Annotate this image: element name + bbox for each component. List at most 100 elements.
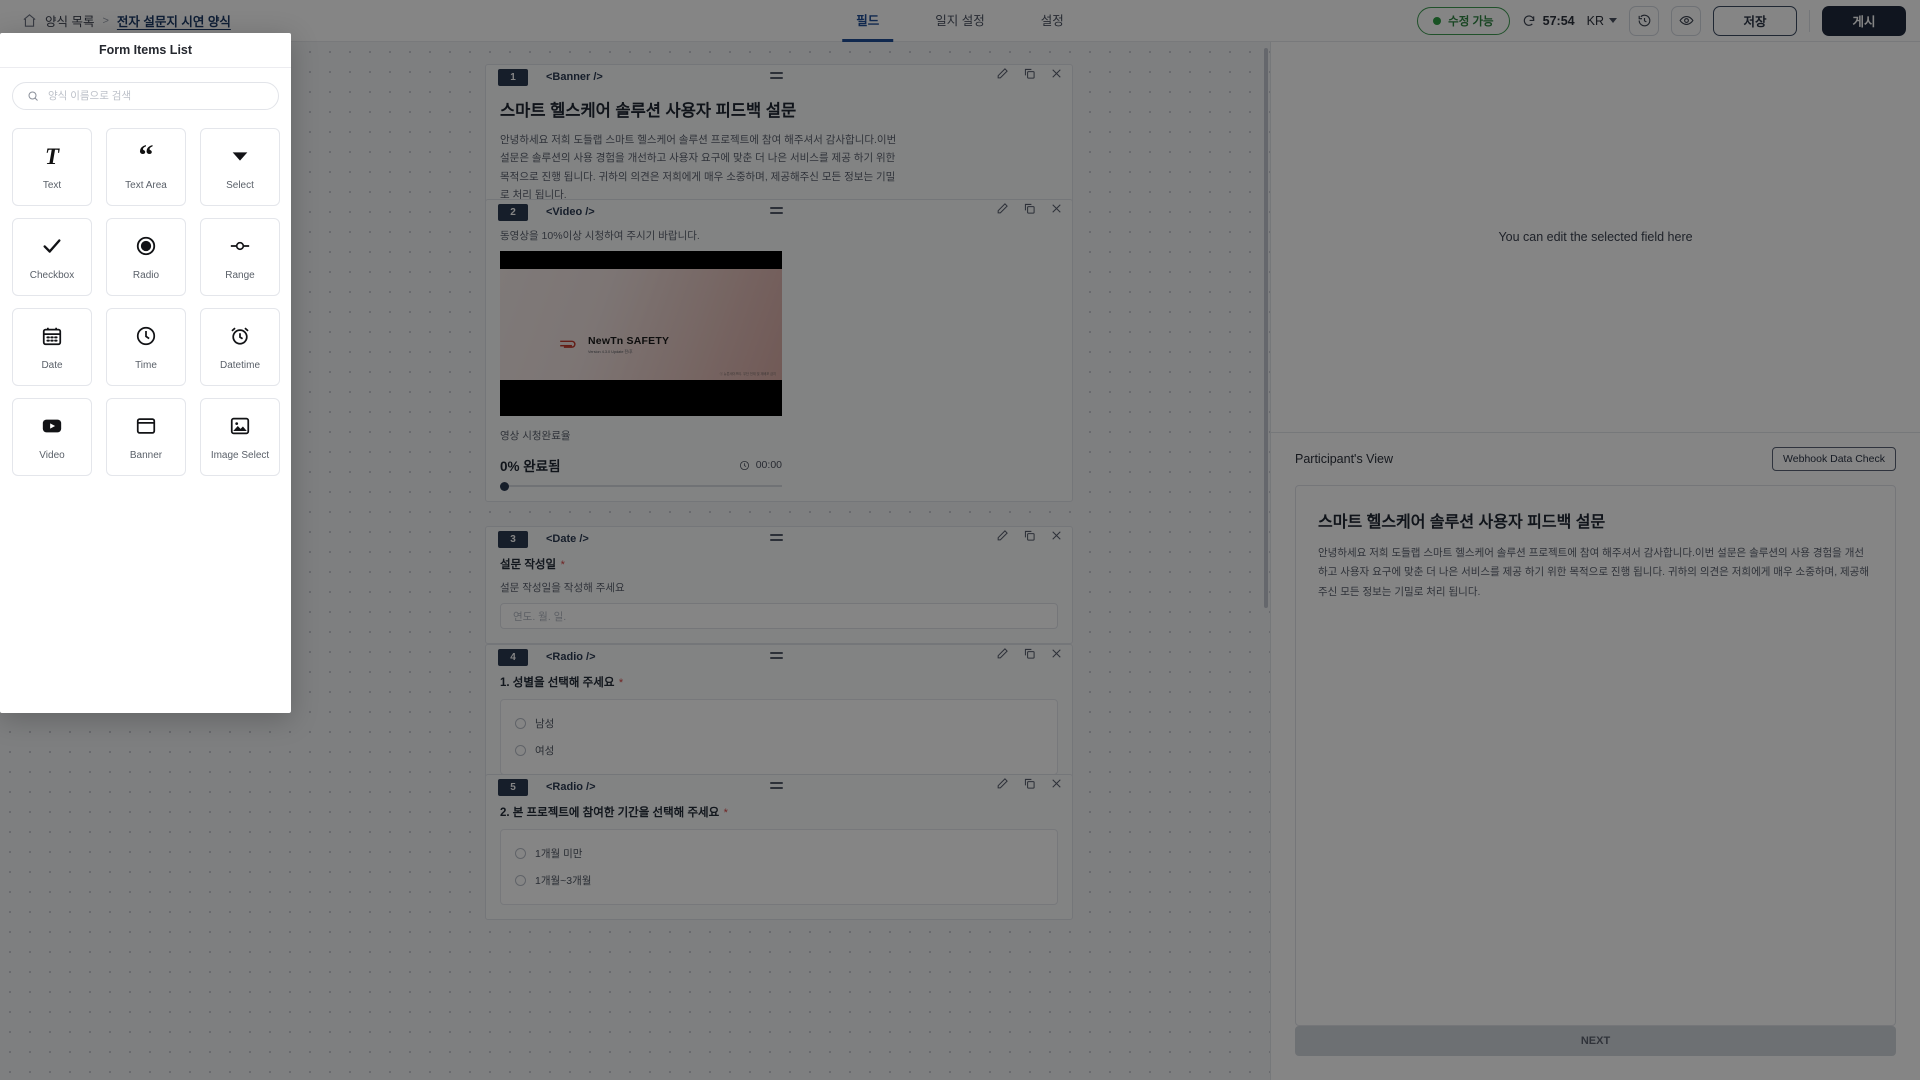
block-number: 1 <box>498 68 528 86</box>
search-input[interactable] <box>48 90 264 102</box>
radio-option[interactable]: 1개월 미만 <box>501 840 1057 867</box>
clock-icon <box>739 460 749 470</box>
copy-icon[interactable] <box>1023 529 1036 542</box>
home-icon[interactable] <box>22 13 37 28</box>
form-item-label: Checkbox <box>29 270 75 281</box>
safety-logo-icon <box>558 336 580 351</box>
date-input-placeholder: 연도. 월. 일. <box>513 610 567 623</box>
block-card[interactable]: 5 <Radio /> 2. 본 프로젝트에 참여한 기간을 선택해 주세요 *… <box>485 774 1073 920</box>
tab-settings[interactable]: 설정 <box>1013 0 1092 42</box>
radio-options: 1개월 미만 1개월~3개월 <box>500 829 1058 905</box>
date-field-label-row: 설문 작성일 * <box>500 555 1058 573</box>
history-button[interactable] <box>1629 5 1659 36</box>
preview-button[interactable] <box>1671 5 1701 36</box>
breadcrumb-root[interactable]: 양식 목록 <box>45 11 94 30</box>
close-icon[interactable] <box>1050 529 1063 542</box>
drag-handle-icon[interactable] <box>770 782 783 789</box>
canvas-scrollbar[interactable] <box>1264 48 1268 608</box>
toolbar-actions: 수정 가능 57:54 KR 저장 게시 <box>1417 5 1906 36</box>
canvas-block-radio-duration[interactable]: 5 <Radio /> 2. 본 프로젝트에 참여한 기간을 선택해 주세요 *… <box>485 774 1073 920</box>
block-actions <box>996 67 1063 80</box>
radio-field-label-row: 2. 본 프로젝트에 참여한 기간을 선택해 주세요 * <box>500 803 1058 821</box>
pencil-icon[interactable] <box>996 202 1009 215</box>
block-number: 5 <box>498 778 528 796</box>
pencil-icon[interactable] <box>996 647 1009 660</box>
drag-handle-icon[interactable] <box>770 72 783 79</box>
drag-handle-icon[interactable] <box>770 534 783 541</box>
canvas-block-banner[interactable]: 1 <Banner /> 스마트 헬스케어 솔루션 사용자 피드백 설문 안녕하… <box>485 64 1073 220</box>
form-item-time[interactable]: Time <box>106 308 186 386</box>
radio-icon[interactable] <box>515 745 526 756</box>
next-button[interactable]: NEXT <box>1295 1026 1896 1056</box>
pencil-icon[interactable] <box>996 67 1009 80</box>
search-box[interactable] <box>12 82 279 110</box>
close-icon[interactable] <box>1050 647 1063 660</box>
block-actions <box>996 777 1063 790</box>
progress-slider[interactable] <box>500 481 782 491</box>
copy-icon[interactable] <box>1023 67 1036 80</box>
radio-icon[interactable] <box>515 848 526 859</box>
form-item-range[interactable]: Range <box>200 218 280 296</box>
block-body: 동영상을 10%이상 시청하여 주시기 바랍니다. NewTn SAFETY V… <box>486 224 1072 501</box>
radio-option[interactable]: 여성 <box>501 737 1057 764</box>
block-tag: <Video /> <box>546 206 595 218</box>
form-item-date[interactable]: Date <box>12 308 92 386</box>
required-marker: * <box>560 559 565 571</box>
progress-knob[interactable] <box>500 481 509 491</box>
close-icon[interactable] <box>1050 202 1063 215</box>
copy-icon[interactable] <box>1023 647 1036 660</box>
tab-log-settings[interactable]: 일지 설정 <box>907 0 1012 42</box>
close-icon[interactable] <box>1050 67 1063 80</box>
date-input[interactable]: 연도. 월. 일. <box>500 603 1058 629</box>
radio-icon[interactable] <box>515 875 526 886</box>
radio-icon[interactable] <box>515 718 526 729</box>
canvas-block-video[interactable]: 2 <Video /> 동영상을 10%이상 시청하여 주시기 바랍니다. Ne… <box>485 199 1073 502</box>
block-card[interactable]: 4 <Radio /> 1. 성별을 선택해 주세요 * 남성 여성 <box>485 644 1073 790</box>
copy-icon[interactable] <box>1023 202 1036 215</box>
canvas-block-radio-gender[interactable]: 4 <Radio /> 1. 성별을 선택해 주세요 * 남성 여성 <box>485 644 1073 790</box>
form-item-label: Text <box>42 180 62 191</box>
block-card[interactable]: 2 <Video /> 동영상을 10%이상 시청하여 주시기 바랍니다. Ne… <box>485 199 1073 502</box>
webhook-data-check-button[interactable]: Webhook Data Check <box>1772 447 1896 471</box>
canvas-block-date[interactable]: 3 <Date /> 설문 작성일 * 설문 작성일을 작성해 주세요 연도. … <box>485 526 1073 644</box>
app-root: 양식 목록 > 전자 설문지 시연 양식 필드 일지 설정 설정 수정 가능 5… <box>0 0 1920 1080</box>
modal-title: Form Items List <box>98 43 193 57</box>
form-item-label: Date <box>41 360 63 371</box>
publish-button[interactable]: 게시 <box>1822 5 1906 36</box>
form-item-radio[interactable]: Radio <box>106 218 186 296</box>
block-tag: <Banner /> <box>546 71 603 83</box>
form-item-datetime[interactable]: Datetime <box>200 308 280 386</box>
radio-option-label: 1개월 미만 <box>535 848 583 860</box>
refresh-icon[interactable] <box>1522 14 1536 28</box>
language-selector[interactable]: KR <box>1587 14 1617 28</box>
modal-header: Form Items List <box>0 33 291 68</box>
close-icon[interactable] <box>1050 777 1063 790</box>
drag-handle-icon[interactable] <box>770 652 783 659</box>
block-card[interactable]: 3 <Date /> 설문 작성일 * 설문 작성일을 작성해 주세요 연도. … <box>485 526 1073 644</box>
radio-option[interactable]: 1개월~3개월 <box>501 867 1057 894</box>
radio-option[interactable]: 남성 <box>501 710 1057 737</box>
range-slider-icon <box>229 233 251 259</box>
video-player[interactable]: NewTn SAFETY Version 4.3.0 Update 전/후 ⓒ … <box>500 251 782 416</box>
date-field-label: 설문 작성일 <box>500 559 557 571</box>
form-item-text[interactable]: T Text <box>12 128 92 206</box>
date-field-hint: 설문 작성일을 작성해 주세요 <box>500 582 625 594</box>
breadcrumb-current[interactable]: 전자 설문지 시연 양식 <box>117 11 231 30</box>
form-item-checkbox[interactable]: Checkbox <box>12 218 92 296</box>
copy-icon[interactable] <box>1023 777 1036 790</box>
form-item-text-area[interactable]: “ Text Area <box>106 128 186 206</box>
participant-view-header: Participant's View Webhook Data Check <box>1271 433 1920 481</box>
form-item-banner[interactable]: Banner <box>106 398 186 476</box>
drag-handle-icon[interactable] <box>770 207 783 214</box>
progress-label: 영상 시청완료율 <box>500 430 571 442</box>
pencil-icon[interactable] <box>996 529 1009 542</box>
form-item-video[interactable]: Video <box>12 398 92 476</box>
form-item-image-select[interactable]: Image Select <box>200 398 280 476</box>
tab-fields[interactable]: 필드 <box>828 0 907 42</box>
video-instruction: 동영상을 10%이상 시청하여 주시기 바랍니다. <box>500 230 700 242</box>
form-item-select[interactable]: Select <box>200 128 280 206</box>
save-button[interactable]: 저장 <box>1713 5 1797 36</box>
block-card[interactable]: 1 <Banner /> 스마트 헬스케어 솔루션 사용자 피드백 설문 안녕하… <box>485 64 1073 220</box>
pencil-icon[interactable] <box>996 777 1009 790</box>
breadcrumb: 양식 목록 > 전자 설문지 시연 양식 <box>0 11 231 30</box>
